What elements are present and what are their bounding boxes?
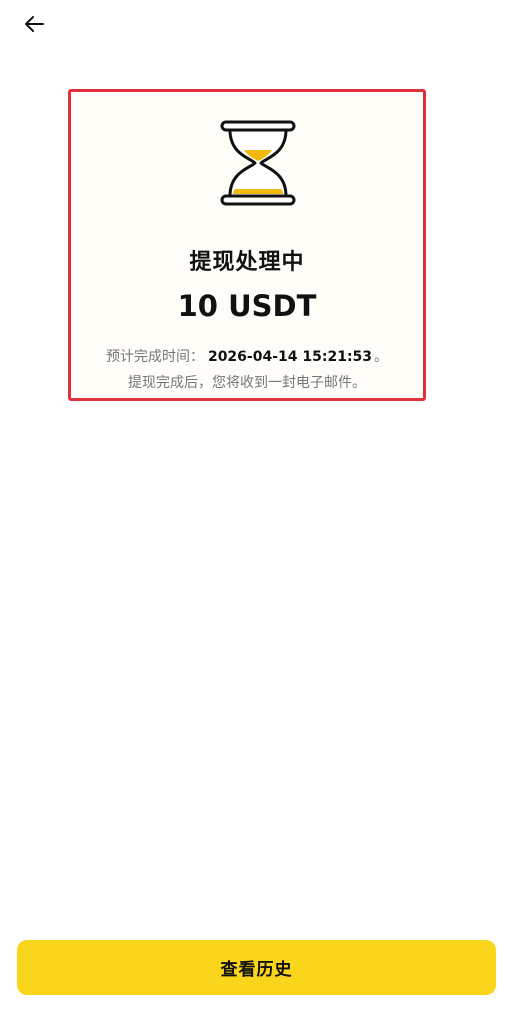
back-button[interactable] [18, 12, 50, 40]
view-history-button[interactable]: 查看历史 [17, 940, 496, 995]
estimated-completion-line: 预计完成时间： 2026-04-14 15:21:53。 [71, 346, 423, 366]
email-notice: 提现完成后，您将收到一封电子邮件。 [128, 375, 366, 391]
eta-time: 2026-04-14 15:21:53 [207, 349, 373, 365]
withdrawal-status-card: 提现处理中 10 USDT 预计完成时间： 2026-04-14 15:21:53… [68, 89, 426, 401]
status-title: 提现处理中 [189, 250, 305, 275]
hourglass-icon [220, 120, 296, 206]
eta-label: 预计完成时间： [105, 349, 204, 365]
withdrawal-amount: 10 USDT [177, 289, 317, 323]
eta-suffix: 。 [374, 349, 389, 365]
view-history-label: 查看历史 [220, 960, 293, 980]
arrow-left-icon [23, 15, 45, 37]
